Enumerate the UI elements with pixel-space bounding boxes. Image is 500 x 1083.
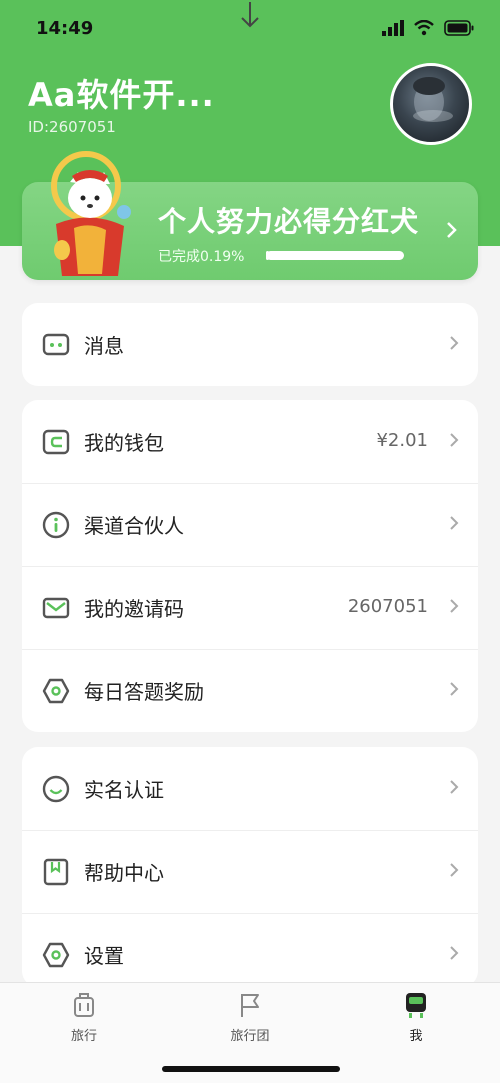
row-label: 我的钱包 [84, 431, 164, 455]
invite-code-value: 2607051 [347, 596, 428, 617]
banner-title: 个人努力必得分红犬 [158, 205, 420, 238]
robot-icon [406, 993, 426, 1018]
chevron-right-icon [450, 946, 459, 960]
tab-me[interactable]: 我 [366, 991, 466, 1044]
banner-progress-bar [266, 251, 404, 260]
cellular-signal-icon [382, 20, 404, 36]
chevron-right-icon [450, 863, 459, 877]
status-time: 14:49 [36, 18, 94, 39]
row-invite-code[interactable]: 我的邀请码 2607051 [22, 566, 478, 649]
tab-label: 我 [409, 1029, 423, 1044]
tab-travel[interactable]: 旅行 [34, 991, 134, 1044]
chevron-right-icon [450, 516, 459, 530]
row-daily-quiz[interactable]: 每日答题奖励 [22, 649, 478, 732]
avatar-photo [413, 77, 453, 122]
mail-icon [42, 597, 70, 619]
profile-id: ID:2607051 [28, 118, 116, 136]
tab-tour-group[interactable]: 旅行团 [200, 991, 300, 1044]
avatar[interactable] [390, 63, 472, 145]
row-label: 消息 [84, 334, 124, 358]
status-bar: 14:49 [0, 0, 500, 60]
flag-icon [241, 994, 259, 1017]
row-real-name[interactable]: 实名认证 [22, 747, 478, 830]
tab-label: 旅行 [70, 1029, 97, 1044]
pull-down-arrow-icon [241, 2, 259, 28]
chevron-right-icon [450, 433, 459, 447]
row-channel-partner[interactable]: 渠道合伙人 [22, 483, 478, 566]
wifi-icon [414, 20, 434, 36]
row-label: 渠道合伙人 [84, 514, 184, 538]
luggage-icon [74, 993, 94, 1017]
row-help-center[interactable]: 帮助中心 [22, 830, 478, 913]
info-icon [42, 511, 70, 539]
wallet-balance: ¥2.01 [376, 430, 428, 451]
chevron-right-icon [450, 780, 459, 794]
chevron-right-icon [450, 682, 459, 696]
message-icon [42, 333, 70, 356]
row-label: 实名认证 [84, 778, 164, 802]
wallet-icon [42, 429, 70, 455]
chevron-right-icon [450, 336, 459, 350]
home-indicator [162, 1066, 340, 1072]
card-settings: 实名认证 帮助中心 设置 [22, 747, 478, 987]
row-label: 帮助中心 [84, 861, 164, 885]
row-wallet[interactable]: 我的钱包 ¥2.01 [22, 400, 478, 483]
bookmark-icon [43, 858, 69, 886]
row-label: 设置 [84, 944, 124, 968]
row-label: 每日答题奖励 [84, 680, 204, 704]
banner-progress-fill [266, 251, 269, 260]
banner-chevron-icon [446, 220, 458, 246]
profile-name[interactable]: Aa软件开... [28, 70, 215, 116]
chevron-right-icon [450, 599, 459, 613]
hexagon-icon [42, 678, 70, 704]
smile-icon [42, 775, 70, 803]
status-icons [382, 20, 474, 36]
card-messages: 消息 [22, 303, 478, 386]
card-account: 我的钱包 ¥2.01 渠道合伙人 我的邀请码 2607051 每日答题奖励 [22, 400, 478, 732]
row-settings[interactable]: 设置 [22, 913, 478, 987]
settings-icon [42, 942, 70, 968]
banner-progress-label: 已完成0.19% [158, 249, 245, 265]
row-label: 我的邀请码 [84, 597, 184, 621]
battery-icon [444, 20, 474, 36]
tab-label: 旅行团 [230, 1029, 270, 1044]
row-messages[interactable]: 消息 [22, 303, 478, 386]
mascot-dog-illustration [51, 151, 131, 276]
